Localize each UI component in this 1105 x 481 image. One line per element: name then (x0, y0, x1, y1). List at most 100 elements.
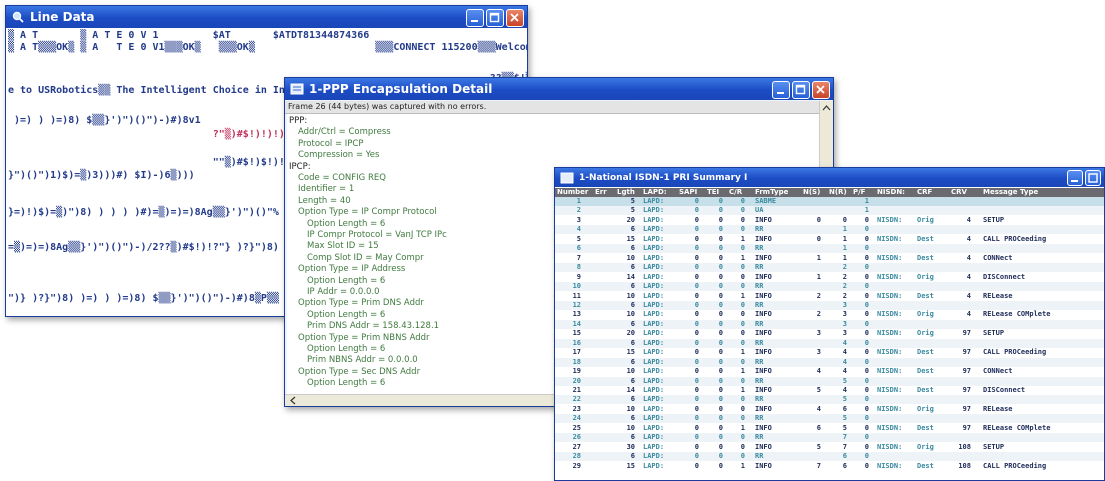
table-cell: 0 (816, 234, 821, 243)
table-cell: RR (755, 395, 764, 404)
table-cell: 4 (842, 367, 847, 376)
column-header[interactable]: CRV (951, 188, 967, 197)
decode-tree-node[interactable]: Option Type = Sec DNS Addr (298, 367, 420, 377)
decode-tree-node[interactable]: IPCP: (289, 162, 311, 172)
close-button[interactable] (506, 9, 524, 27)
table-cell: LAPD: (643, 206, 665, 215)
maximize-button[interactable] (486, 9, 504, 27)
table-row[interactable]: 24 6 LAPD: 0 0 0 RR 5 0 (555, 414, 1104, 424)
table-cell: RELease (983, 291, 1013, 300)
decode-tree-node[interactable]: Length = 40 (298, 196, 351, 206)
app-icon (560, 172, 574, 183)
scroll-up-icon[interactable] (820, 102, 833, 114)
decode-tree-node[interactable]: Option Type = Prim NBNS Addr (298, 333, 430, 343)
line-data-titlebar[interactable]: Line Data (6, 6, 527, 28)
decode-tree-node[interactable]: Identifier = 1 (298, 184, 354, 194)
decode-tree-node[interactable]: Protocol = IPCP (298, 139, 363, 149)
table-row[interactable]: 13 10 LAPD: 0 0 0 INFO 2 3 0 NISDN: Orig 4 RELease CO… (555, 310, 1104, 319)
decode-tree-node[interactable]: IP Addr = 0.0.0.0 (307, 287, 380, 297)
table-row[interactable]: 25 10 LAPD: 0 0 1 INFO 6 5 0 NISDN: Dest 97 RELease C… (555, 424, 1104, 433)
decode-tree-node[interactable]: Max Slot ID = 15 (307, 241, 379, 251)
table-row[interactable]: 7 10 LAPD: 0 0 1 INFO 1 1 0 NISDN: Dest 4 CONNect (555, 254, 1104, 263)
maximize-button[interactable] (792, 81, 810, 99)
table-row[interactable]: 23 10 LAPD: 0 0 0 INFO 4 6 0 NISDN: Orig 97 RELease (555, 405, 1104, 414)
table-cell: 4 (842, 348, 847, 357)
decode-tree-node[interactable]: IP Compr Protocol = VanJ TCP IPc (307, 230, 447, 240)
column-header[interactable]: Message Type (983, 188, 1038, 197)
decode-tree-node[interactable]: Option Length = 6 (307, 310, 385, 320)
table-row[interactable]: 9 14 LAPD: 0 0 0 INFO 1 2 0 NISDN: Orig 4 DISConnect (555, 273, 1104, 282)
table-row[interactable]: 20 6 LAPD: 0 0 0 RR 5 0 (555, 376, 1104, 386)
table-cell: 0 (718, 263, 723, 272)
decode-tree-node[interactable]: Option Type = IP Compr Protocol (298, 207, 437, 217)
table-cell: Dest (917, 291, 934, 300)
table-row[interactable]: 12 6 LAPD: 0 0 0 RR 3 0 (555, 300, 1104, 310)
column-header[interactable]: Lgth (617, 188, 635, 197)
decode-tree-node[interactable]: Option Length = 6 (307, 219, 385, 229)
table-row[interactable]: 26 6 LAPD: 0 0 0 RR 7 0 (555, 433, 1104, 443)
column-header[interactable]: Number (557, 188, 588, 197)
table-cell: 14 (626, 386, 635, 394)
decode-tree-node[interactable]: Addr/Ctrl = Compress (298, 127, 391, 137)
ppp-titlebar[interactable]: 1-PPP Encapsulation Detail (285, 78, 833, 100)
table-row[interactable]: 17 15 LAPD: 0 0 1 INFO 3 4 0 NISDN: Dest 97 CALL PROC… (555, 348, 1104, 357)
table-row[interactable]: 29 15 LAPD: 0 0 1 INFO 7 6 0 NISDN: Dest 108 CALL PRO… (555, 462, 1104, 471)
column-header[interactable]: CRF (917, 188, 932, 197)
table-cell: RR (755, 338, 764, 347)
isdn-titlebar[interactable]: 1-National ISDN-1 PRI Summary I (555, 168, 1104, 187)
column-header[interactable]: FrmType (755, 188, 788, 197)
table-cell: LAPD: (643, 357, 665, 366)
table-row[interactable]: 16 6 LAPD: 0 0 0 RR 4 0 (555, 338, 1104, 348)
minimize-button[interactable] (1067, 170, 1083, 186)
table-row[interactable]: 8 6 LAPD: 0 0 0 RR 2 0 (555, 263, 1104, 273)
column-header[interactable]: Err (595, 188, 607, 197)
column-header[interactable]: N(S) (803, 188, 820, 197)
table-row[interactable]: 2 5 LAPD: 0 0 0 UA 1 (555, 206, 1104, 216)
table-row[interactable]: 28 6 LAPD: 0 0 0 RR 6 0 (555, 452, 1104, 462)
table-row[interactable]: 18 6 LAPD: 0 0 0 RR 4 0 (555, 357, 1104, 367)
decode-tree-node[interactable]: Prim NBNS Addr = 0.0.0.0 (307, 355, 418, 365)
table-row[interactable]: 27 30 LAPD: 0 0 0 INFO 5 7 0 NISDN: Orig 108 SETUP (555, 443, 1104, 452)
decode-tree-node[interactable]: Comp Slot ID = May Compr (307, 253, 424, 263)
table-row[interactable]: 11 10 LAPD: 0 0 1 INFO 2 2 0 NISDN: Dest 4 RELease (555, 292, 1104, 301)
table-row[interactable]: 19 10 LAPD: 0 0 1 INFO 4 4 0 NISDN: Dest 97 CONNect (555, 367, 1104, 376)
minimize-button[interactable] (466, 9, 484, 27)
table-cell: 9 (576, 272, 581, 281)
column-header[interactable]: C/R (729, 188, 742, 197)
table-row[interactable]: 3 20 LAPD: 0 0 0 INFO 0 0 0 NISDN: Orig 4 SETUP (555, 216, 1104, 225)
column-header[interactable]: LAPD: (643, 188, 667, 197)
decode-tree-node[interactable]: Option Type = Prim DNS Addr (298, 298, 424, 308)
table-cell: 6 (630, 338, 635, 347)
table-row[interactable]: 1 5 LAPD: 0 0 0 SABME 1 (555, 197, 1104, 206)
table-row[interactable]: 22 6 LAPD: 0 0 0 RR 5 0 (555, 395, 1104, 405)
scroll-left-icon[interactable] (287, 395, 299, 406)
decode-tree-node[interactable]: PPP: (289, 116, 307, 126)
decode-tree-node[interactable]: Code = CONFIG REQ (298, 173, 386, 183)
table-row[interactable]: 4 6 LAPD: 0 0 0 RR 1 0 (555, 225, 1104, 235)
table-cell: 0 (694, 215, 699, 224)
column-header[interactable]: P/F (853, 188, 865, 197)
table-row[interactable]: 10 6 LAPD: 0 0 0 RR 2 0 (555, 282, 1104, 292)
table-row[interactable]: 15 20 LAPD: 0 0 0 INFO 3 3 0 NISDN: Orig 97 SETUP (555, 329, 1104, 338)
decode-tree-node[interactable]: Compression = Yes (298, 150, 379, 160)
table-cell: 0 (740, 395, 745, 404)
table-row[interactable]: 5 15 LAPD: 0 0 1 INFO 0 1 0 NISDN: Dest 4 CALL PROCee… (555, 235, 1104, 244)
table-row[interactable]: 14 6 LAPD: 0 0 0 RR 3 0 (555, 319, 1104, 329)
table-row[interactable]: 6 6 LAPD: 0 0 0 RR 1 0 (555, 244, 1104, 254)
minimize-button[interactable] (772, 81, 790, 99)
decode-tree-node[interactable]: Option Type = IP Address (298, 264, 405, 274)
column-header[interactable]: TEI (707, 188, 719, 197)
maximize-button[interactable] (1085, 170, 1101, 186)
decode-tree-node[interactable]: Prim DNS Addr = 158.43.128.1 (307, 321, 439, 331)
table-row[interactable]: 21 14 LAPD: 0 0 1 INFO 5 4 0 NISDN: Dest 97 DISConnec… (555, 386, 1104, 395)
table-cell: Dest (917, 253, 934, 262)
decode-tree-node[interactable]: Option Length = 6 (307, 276, 385, 286)
close-button[interactable] (812, 81, 830, 99)
decode-tree-node[interactable]: Option Length = 6 (307, 344, 385, 354)
column-header[interactable]: N(R) (829, 188, 847, 197)
table-cell: SETUP (983, 329, 1005, 338)
column-header[interactable]: NISDN: (877, 188, 905, 197)
table-cell: 0 (694, 197, 699, 205)
column-header[interactable]: SAPI (679, 188, 697, 197)
decode-tree-node[interactable]: Option Length = 6 (307, 378, 385, 388)
